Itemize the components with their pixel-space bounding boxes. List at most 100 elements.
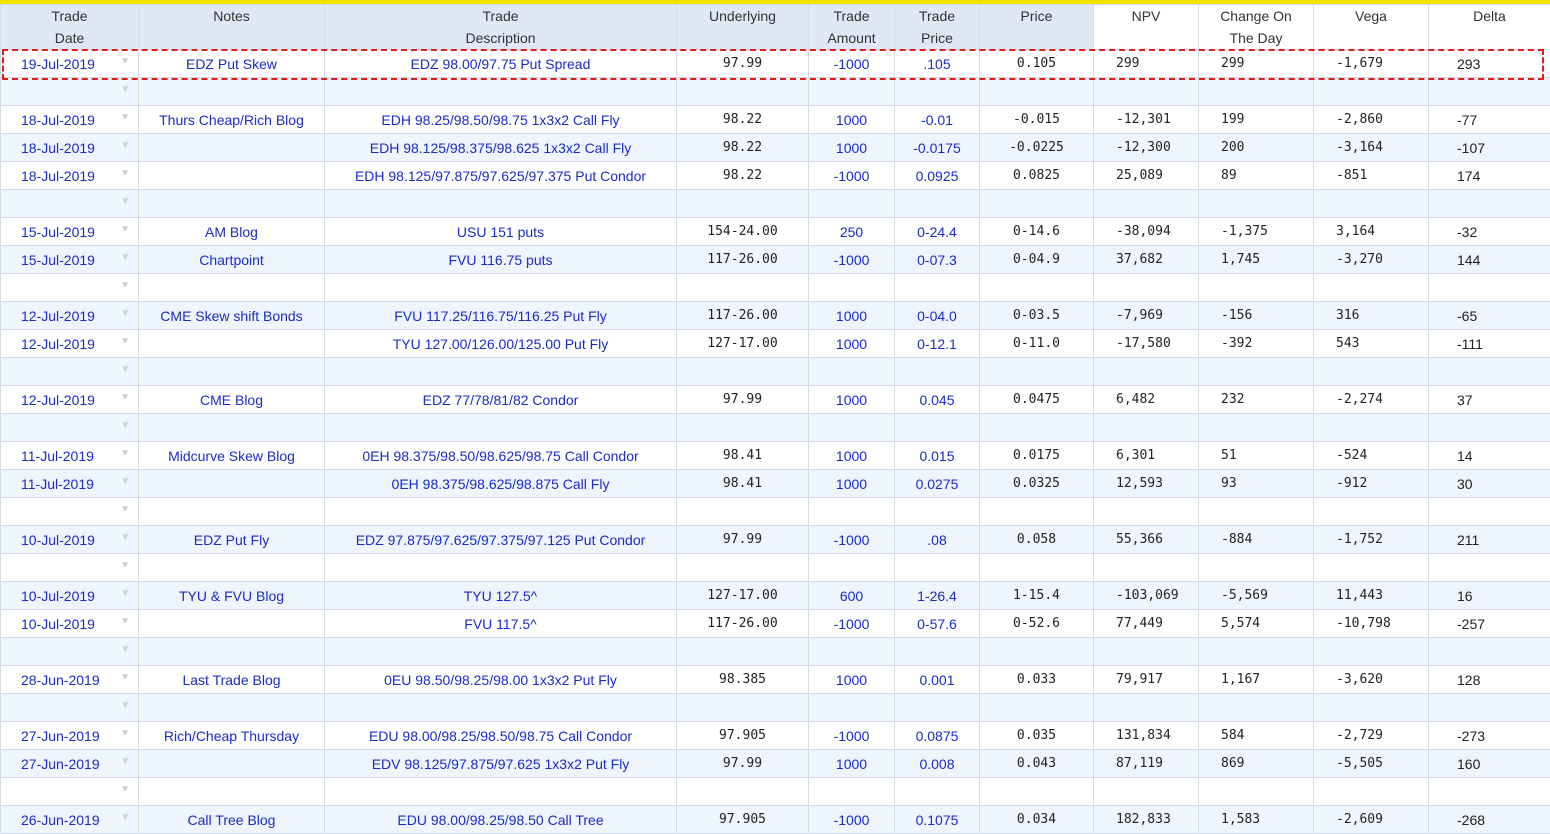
- chevron-down-icon[interactable]: ▼: [120, 364, 130, 375]
- chevron-down-icon[interactable]: ▼: [120, 476, 130, 487]
- trade-description-link[interactable]: EDH 98.125/97.875/97.625/97.375 Put Cond…: [324, 161, 677, 190]
- chevron-down-icon[interactable]: ▼: [120, 308, 130, 319]
- trade-description-link[interactable]: EDZ 97.875/97.625/97.375/97.125 Put Cond…: [324, 525, 677, 554]
- chevron-down-icon[interactable]: ▼: [120, 532, 130, 543]
- chevron-down-icon[interactable]: ▼: [120, 560, 130, 571]
- chevron-down-icon[interactable]: ▼: [120, 224, 130, 235]
- trade-price-link[interactable]: 0.0875: [894, 721, 980, 750]
- chevron-down-icon[interactable]: ▼: [120, 448, 130, 459]
- header-underlying[interactable]: Underlying: [676, 4, 809, 50]
- trade-date-cell[interactable]: 27-Jun-2019 ▼: [0, 721, 139, 750]
- table-row[interactable]: 10-Jul-2019 ▼ FVU 117.5^ 117-26.00 -1000 0-57…: [0, 609, 1550, 638]
- trade-description-link[interactable]: TYU 127.00/126.00/125.00 Put Fly: [324, 329, 677, 358]
- chevron-down-icon[interactable]: ▼: [120, 616, 130, 627]
- table-row[interactable]: 11-Jul-2019 ▼ 0EH 98.375/98.625/98.875 Cal…: [0, 469, 1550, 498]
- header-npv[interactable]: NPV: [1093, 4, 1199, 50]
- trade-amount-link[interactable]: -1000: [808, 245, 895, 274]
- header-trade-date[interactable]: Trade Date: [0, 4, 139, 50]
- trade-amount-link[interactable]: 600: [808, 581, 895, 610]
- trade-price-link[interactable]: 0-24.4: [894, 217, 980, 246]
- trade-amount-link[interactable]: -1000: [808, 49, 895, 78]
- table-row[interactable]: 18-Jul-2019 ▼ EDH 98.125/97.875/97.625/97.…: [0, 161, 1550, 190]
- trade-description-link[interactable]: FVU 116.75 puts: [324, 245, 677, 274]
- table-row[interactable]: 11-Jul-2019 ▼ Midcurve Skew Blog 0EH 98.375…: [0, 441, 1550, 470]
- chevron-down-icon[interactable]: ▼: [120, 168, 130, 179]
- trade-amount-link[interactable]: -1000: [808, 721, 895, 750]
- trade-date-cell[interactable]: 12-Jul-2019 ▼: [0, 301, 139, 330]
- table-row[interactable]: 18-Jul-2019 ▼ EDH 98.125/98.375/98.625 1x3…: [0, 133, 1550, 162]
- table-row[interactable]: 27-Jun-2019 ▼ Rich/Cheap Thursday EDU 98.00…: [0, 721, 1550, 750]
- trade-amount-link[interactable]: 1000: [808, 329, 895, 358]
- trade-description-link[interactable]: EDZ 98.00/97.75 Put Spread: [324, 49, 677, 78]
- notes-link[interactable]: Rich/Cheap Thursday: [138, 721, 325, 750]
- trade-date-cell[interactable]: 18-Jul-2019 ▼: [0, 105, 139, 134]
- trade-description-link[interactable]: EDU 98.00/98.25/98.50/98.75 Call Condor: [324, 721, 677, 750]
- trade-date-cell[interactable]: 12-Jul-2019 ▼: [0, 385, 139, 414]
- notes-link[interactable]: TYU & FVU Blog: [138, 581, 325, 610]
- trade-price-link[interactable]: 0.015: [894, 441, 980, 470]
- trade-amount-link[interactable]: 1000: [808, 749, 895, 778]
- trade-amount-link[interactable]: 1000: [808, 441, 895, 470]
- table-row[interactable]: 10-Jul-2019 ▼ EDZ Put Fly EDZ 97.875/97.625…: [0, 525, 1550, 554]
- chevron-down-icon[interactable]: ▼: [120, 56, 130, 67]
- trade-price-link[interactable]: 0.045: [894, 385, 980, 414]
- trade-description-link[interactable]: 0EU 98.50/98.25/98.00 1x3x2 Put Fly: [324, 665, 677, 694]
- trade-price-link[interactable]: 0-12.1: [894, 329, 980, 358]
- trade-price-link[interactable]: 0-57.6: [894, 609, 980, 638]
- notes-link[interactable]: CME Skew shift Bonds: [138, 301, 325, 330]
- table-row[interactable]: 12-Jul-2019 ▼ CME Skew shift Bonds FVU 117.…: [0, 301, 1550, 330]
- notes-link[interactable]: Last Trade Blog: [138, 665, 325, 694]
- chevron-down-icon[interactable]: ▼: [120, 280, 130, 291]
- trade-date-cell[interactable]: 15-Jul-2019 ▼: [0, 217, 139, 246]
- trade-date-cell[interactable]: 15-Jul-2019 ▼: [0, 245, 139, 274]
- trade-date-cell[interactable]: 12-Jul-2019 ▼: [0, 329, 139, 358]
- header-price[interactable]: Price: [979, 4, 1094, 50]
- trade-date-cell[interactable]: 10-Jul-2019 ▼: [0, 525, 139, 554]
- trade-price-link[interactable]: 0.008: [894, 749, 980, 778]
- chevron-down-icon[interactable]: ▼: [120, 644, 130, 655]
- header-trade-description[interactable]: Trade Description: [324, 4, 677, 50]
- trade-description-link[interactable]: EDU 98.00/98.25/98.50 Call Tree: [324, 805, 677, 834]
- trade-date-cell[interactable]: 11-Jul-2019 ▼: [0, 441, 139, 470]
- trade-price-link[interactable]: 1-26.4: [894, 581, 980, 610]
- table-row[interactable]: 27-Jun-2019 ▼ EDV 98.125/97.875/97.625 1x3…: [0, 749, 1550, 778]
- chevron-down-icon[interactable]: ▼: [120, 504, 130, 515]
- table-row[interactable]: 15-Jul-2019 ▼ Chartpoint FVU 116.75 puts 117…: [0, 245, 1550, 274]
- chevron-down-icon[interactable]: ▼: [120, 84, 130, 95]
- chevron-down-icon[interactable]: ▼: [120, 588, 130, 599]
- chevron-down-icon[interactable]: ▼: [120, 812, 130, 823]
- chevron-down-icon[interactable]: ▼: [120, 112, 130, 123]
- trade-date-cell[interactable]: 18-Jul-2019 ▼: [0, 133, 139, 162]
- chevron-down-icon[interactable]: ▼: [120, 252, 130, 263]
- trade-amount-link[interactable]: 1000: [808, 665, 895, 694]
- trade-date-cell[interactable]: 27-Jun-2019 ▼: [0, 749, 139, 778]
- chevron-down-icon[interactable]: ▼: [120, 196, 130, 207]
- trade-price-link[interactable]: .08: [894, 525, 980, 554]
- header-trade-amount[interactable]: Trade Amount: [808, 4, 895, 50]
- trade-amount-link[interactable]: -1000: [808, 609, 895, 638]
- trade-amount-link[interactable]: 1000: [808, 469, 895, 498]
- table-row[interactable]: 10-Jul-2019 ▼ TYU & FVU Blog TYU 127.5^ 127-…: [0, 581, 1550, 610]
- trade-description-link[interactable]: 0EH 98.375/98.625/98.875 Call Fly: [324, 469, 677, 498]
- trade-price-link[interactable]: 0.0275: [894, 469, 980, 498]
- header-trade-price[interactable]: Trade Price: [894, 4, 980, 50]
- trade-description-link[interactable]: EDH 98.25/98.50/98.75 1x3x2 Call Fly: [324, 105, 677, 134]
- trade-amount-link[interactable]: -1000: [808, 525, 895, 554]
- trade-amount-link[interactable]: -1000: [808, 161, 895, 190]
- trade-amount-link[interactable]: 1000: [808, 301, 895, 330]
- chevron-down-icon[interactable]: ▼: [120, 756, 130, 767]
- trade-amount-link[interactable]: 1000: [808, 133, 895, 162]
- notes-link[interactable]: CME Blog: [138, 385, 325, 414]
- trade-description-link[interactable]: USU 151 puts: [324, 217, 677, 246]
- trade-date-cell[interactable]: 18-Jul-2019 ▼: [0, 161, 139, 190]
- trade-amount-link[interactable]: -1000: [808, 805, 895, 834]
- trade-date-cell[interactable]: 10-Jul-2019 ▼: [0, 581, 139, 610]
- trade-amount-link[interactable]: 250: [808, 217, 895, 246]
- notes-link[interactable]: Thurs Cheap/Rich Blog: [138, 105, 325, 134]
- trade-price-link[interactable]: 0-04.0: [894, 301, 980, 330]
- header-notes[interactable]: Notes: [138, 4, 325, 50]
- trade-description-link[interactable]: FVU 117.5^: [324, 609, 677, 638]
- table-row[interactable]: 12-Jul-2019 ▼ TYU 127.00/126.00/125.00 Put…: [0, 329, 1550, 358]
- header-change-on-the-day[interactable]: Change On The Day: [1198, 4, 1314, 50]
- chevron-down-icon[interactable]: ▼: [120, 336, 130, 347]
